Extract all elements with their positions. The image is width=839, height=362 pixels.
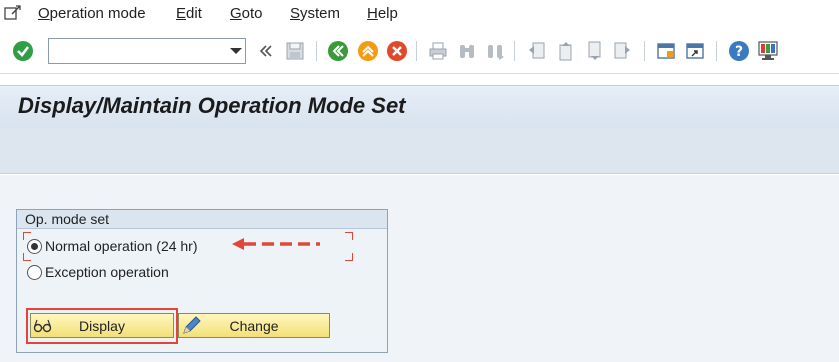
system-menu-icon[interactable] xyxy=(4,5,22,21)
svg-text:?: ? xyxy=(735,44,743,60)
first-page-icon[interactable] xyxy=(523,38,549,64)
toolbar-separator xyxy=(316,41,317,61)
group-title: Op. mode set xyxy=(17,210,387,229)
annotation-arrow-icon xyxy=(232,238,320,250)
focus-corner xyxy=(345,253,353,261)
next-page-icon[interactable] xyxy=(581,38,607,64)
page-title: Display/Maintain Operation Mode Set xyxy=(18,93,406,118)
shortcut-icon[interactable] xyxy=(682,38,708,64)
focus-corner xyxy=(23,232,31,240)
toolbar-separator xyxy=(416,41,417,61)
enter-check-icon[interactable] xyxy=(10,38,36,64)
previous-page-icon[interactable] xyxy=(552,38,578,64)
radio-button[interactable] xyxy=(27,264,42,280)
application-toolbar xyxy=(0,128,839,174)
radio-label: Exception operation xyxy=(45,264,169,280)
radio-normal-operation[interactable]: Normal operation (24 hr) xyxy=(27,238,198,254)
focus-corner xyxy=(23,253,31,261)
radio-button-checked[interactable] xyxy=(27,238,42,254)
back-icon[interactable] xyxy=(325,38,351,64)
change-button-label: Change xyxy=(229,317,279,334)
find-next-icon[interactable] xyxy=(482,38,508,64)
radio-label: Normal operation (24 hr) xyxy=(45,238,198,254)
menu-bar: Operation mode Edit Goto System Help xyxy=(0,0,839,29)
find-icon[interactable] xyxy=(454,38,480,64)
change-button[interactable]: Change xyxy=(178,313,330,338)
last-page-icon[interactable] xyxy=(610,38,636,64)
toolbar-separator xyxy=(644,41,645,61)
chevron-down-icon[interactable] xyxy=(230,48,242,54)
print-icon[interactable] xyxy=(425,38,451,64)
standard-toolbar: ? xyxy=(0,30,839,74)
customize-layout-icon[interactable] xyxy=(755,38,781,64)
radio-exception-operation[interactable]: Exception operation xyxy=(27,264,169,280)
focus-corner xyxy=(345,232,353,240)
help-icon[interactable]: ? xyxy=(726,38,752,64)
menu-edit[interactable]: Edit xyxy=(176,5,202,22)
pencil-icon xyxy=(183,316,201,334)
title-bar: Display/Maintain Operation Mode Set xyxy=(0,85,839,128)
save-icon[interactable] xyxy=(282,38,308,64)
toolbar-separator xyxy=(716,41,717,61)
annotation-highlight-box xyxy=(26,308,178,344)
menu-goto[interactable]: Goto xyxy=(230,5,263,22)
menu-system[interactable]: System xyxy=(290,5,340,22)
collapse-icon[interactable] xyxy=(253,38,279,64)
menu-operation-mode[interactable]: Operation mode xyxy=(38,5,146,22)
cancel-icon[interactable] xyxy=(384,38,410,64)
create-session-icon[interactable] xyxy=(653,38,679,64)
toolbar-separator xyxy=(514,41,515,61)
menu-help[interactable]: Help xyxy=(367,5,398,22)
command-field[interactable] xyxy=(48,38,246,64)
command-input[interactable] xyxy=(49,39,219,63)
exit-icon[interactable] xyxy=(355,38,381,64)
